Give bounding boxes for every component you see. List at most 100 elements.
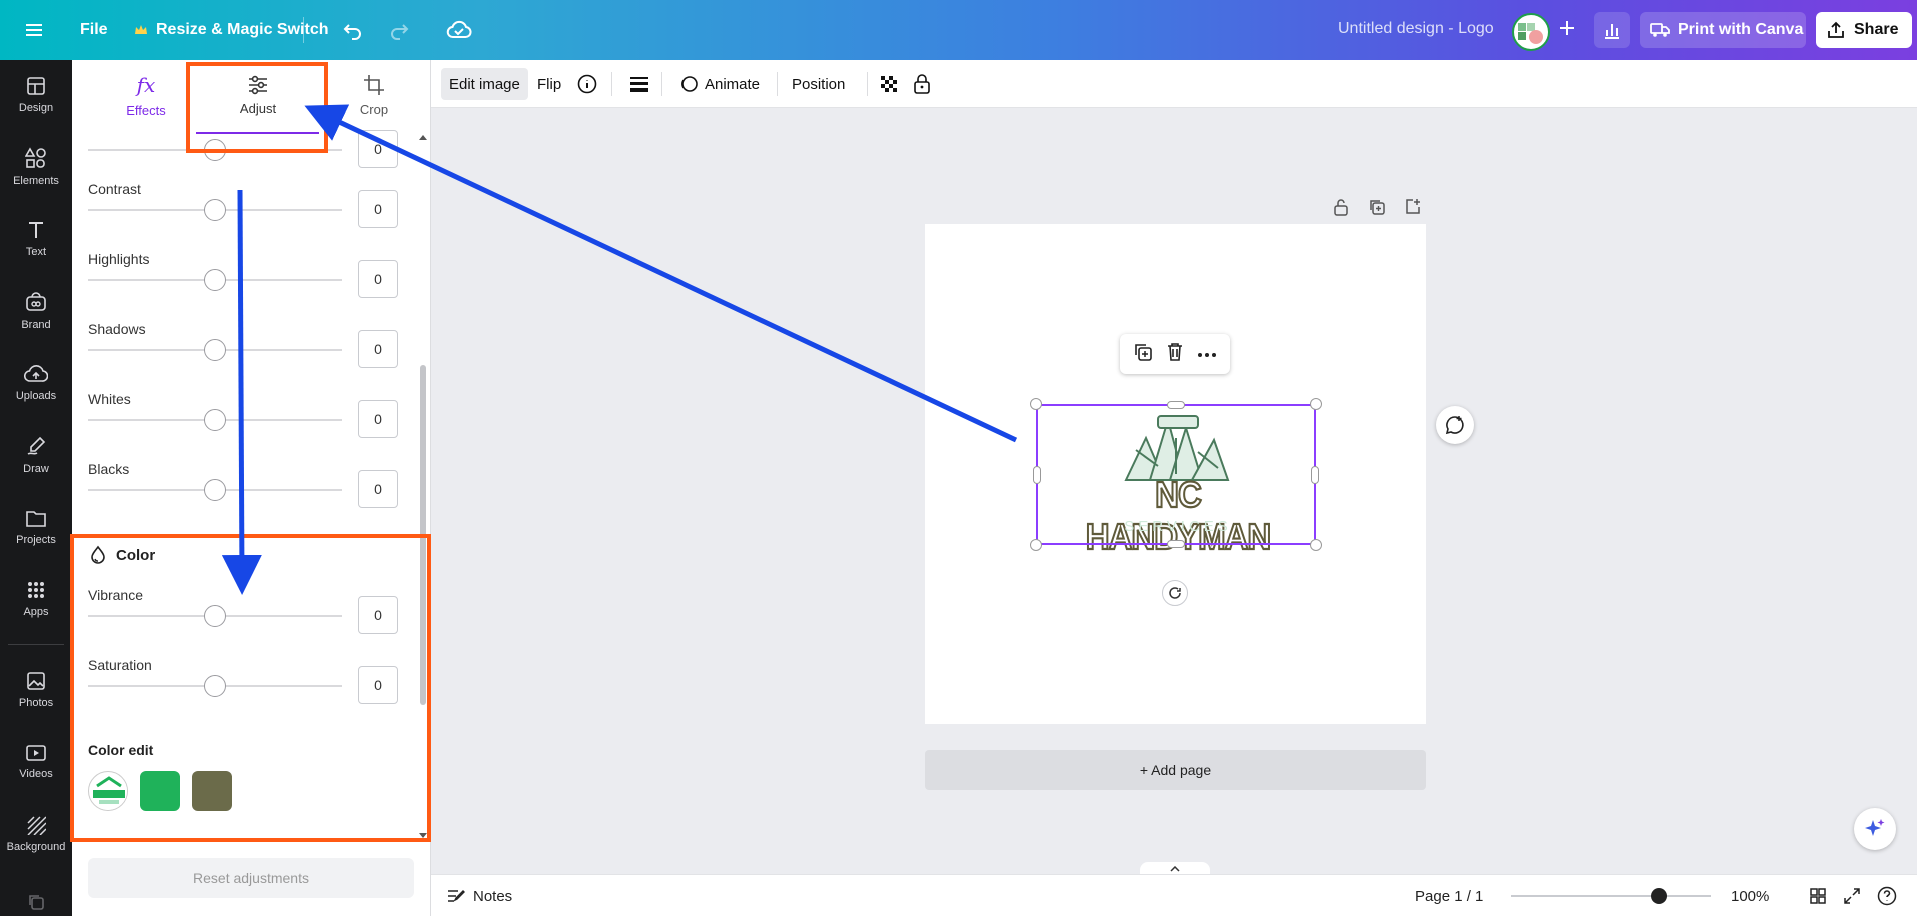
zoom-slider-thumb[interactable] (1651, 888, 1667, 904)
upload-share-icon (1828, 21, 1844, 38)
avatar[interactable] (1512, 13, 1550, 51)
animate-button[interactable]: Animate (671, 68, 768, 100)
slider-thumb[interactable] (204, 269, 226, 291)
elements-icon (25, 147, 46, 168)
tab-crop[interactable]: Crop (314, 60, 430, 130)
slider-label: Blacks (88, 461, 130, 477)
add-page-top-button[interactable] (1402, 196, 1424, 218)
lock-button[interactable] (905, 68, 939, 100)
add-comment-button[interactable] (1436, 406, 1474, 444)
rotate-handle[interactable] (1162, 580, 1188, 606)
delete-button[interactable] (1166, 342, 1184, 367)
rail-item-design[interactable]: Design (0, 63, 72, 127)
share-button[interactable]: Share (1816, 12, 1912, 48)
draw-icon (27, 436, 46, 455)
slider-label: Highlights (88, 251, 150, 267)
rail-item-draw[interactable]: Draw (0, 423, 72, 487)
rail-item-more[interactable] (0, 870, 72, 916)
slider-value[interactable]: 0 (358, 130, 398, 168)
comment-plus-icon (1445, 416, 1464, 435)
transparency-button[interactable] (871, 68, 907, 100)
zoom-level[interactable]: 100% (1731, 875, 1769, 916)
scroll-up-icon[interactable] (419, 135, 427, 140)
slider-label: Contrast (88, 181, 141, 197)
crop-icon (364, 74, 384, 95)
slider-value[interactable]: 0 (358, 260, 398, 298)
position-button[interactable]: Position (784, 68, 853, 100)
resize-handle-top[interactable] (1167, 401, 1185, 409)
fullscreen-button[interactable] (1843, 875, 1861, 916)
line-weight-icon (630, 77, 648, 92)
undo-button[interactable] (342, 0, 364, 60)
slider-value[interactable]: 0 (358, 190, 398, 228)
resize-magic-switch-button[interactable]: Resize & Magic Switch (134, 0, 329, 60)
resize-handle-right[interactable] (1311, 466, 1319, 484)
file-menu[interactable]: File (80, 0, 108, 60)
copy-button[interactable] (1133, 342, 1153, 367)
duplicate-page-button[interactable] (1366, 196, 1388, 218)
print-label: Print with Canva (1678, 21, 1804, 38)
slider-thumb[interactable] (204, 339, 226, 361)
rail-item-elements[interactable]: Elements (0, 135, 72, 199)
tab-label: Effects (126, 102, 166, 118)
grid-view-button[interactable] (1809, 875, 1827, 916)
flip-button[interactable]: Flip (529, 68, 569, 100)
menu-button[interactable] (24, 0, 44, 60)
notes-button[interactable]: Notes (447, 875, 512, 916)
save-status[interactable] (446, 0, 472, 60)
trash-icon (1167, 342, 1182, 361)
slider-value[interactable]: 0 (358, 470, 398, 508)
unlock-icon (1334, 199, 1348, 216)
selected-image-frame[interactable] (1030, 398, 1322, 551)
slider-label: Shadows (88, 321, 146, 337)
resize-handle-top-left[interactable] (1030, 398, 1042, 410)
rail-item-photos[interactable]: Photos (0, 658, 72, 722)
help-button[interactable] (1877, 875, 1897, 916)
edit-image-button[interactable]: Edit image (441, 68, 528, 100)
resize-handle-top-right[interactable] (1310, 398, 1322, 410)
page-lock-button[interactable] (1330, 196, 1352, 218)
zoom-slider-track[interactable] (1511, 895, 1711, 897)
insights-button[interactable] (1594, 12, 1630, 48)
slider-thumb[interactable] (204, 409, 226, 431)
resize-handle-left[interactable] (1033, 466, 1041, 484)
more-options-button[interactable] (1197, 345, 1217, 363)
rail-item-apps[interactable]: Apps (0, 567, 72, 631)
truck-icon (1650, 23, 1670, 37)
context-toolbar: Edit image Flip Animate Position (431, 60, 1917, 108)
document-title[interactable]: Untitled design - Logo (1338, 20, 1494, 38)
page-indicator[interactable]: Page 1 / 1 (1415, 875, 1483, 916)
rail-label: Draw (23, 463, 49, 475)
redo-button[interactable] (388, 0, 410, 60)
resize-handle-bottom[interactable] (1167, 540, 1185, 548)
reset-adjustments-button[interactable]: Reset adjustments (88, 858, 414, 898)
bottom-bar: Notes Page 1 / 1 100% (431, 874, 1917, 916)
add-page-button[interactable]: + Add page (925, 750, 1426, 790)
rail-item-uploads[interactable]: Uploads (0, 351, 72, 415)
print-with-canva-button[interactable]: Print with Canva (1640, 12, 1806, 48)
resize-handle-bottom-left[interactable] (1030, 539, 1042, 551)
invite-plus-button[interactable] (1552, 15, 1582, 45)
hamburger-icon (26, 24, 42, 36)
slider-thumb[interactable] (204, 479, 226, 501)
rail-item-videos[interactable]: Videos (0, 730, 72, 794)
info-button[interactable] (569, 68, 605, 100)
bar-chart-icon (1605, 24, 1619, 39)
rail-item-background[interactable]: Background (0, 802, 72, 866)
uploads-icon (24, 365, 48, 382)
annotation-box-adjust-tab (186, 62, 328, 153)
slider-thumb[interactable] (204, 199, 226, 221)
slider-value[interactable]: 0 (358, 330, 398, 368)
shadows-slider: Shadows 0 (88, 321, 398, 368)
rail-label: Background (6, 841, 66, 853)
topbar-divider (303, 17, 304, 43)
resize-handle-bottom-right[interactable] (1310, 539, 1322, 551)
rail-item-brand[interactable]: Brand (0, 279, 72, 343)
border-style-button[interactable] (621, 68, 657, 100)
slider-value[interactable]: 0 (358, 400, 398, 438)
rail-item-projects[interactable]: Projects (0, 495, 72, 559)
rail-item-text[interactable]: Text (0, 207, 72, 271)
rail-label: Photos (18, 697, 54, 709)
background-icon (27, 816, 46, 835)
magic-assistant-button[interactable] (1854, 808, 1896, 850)
